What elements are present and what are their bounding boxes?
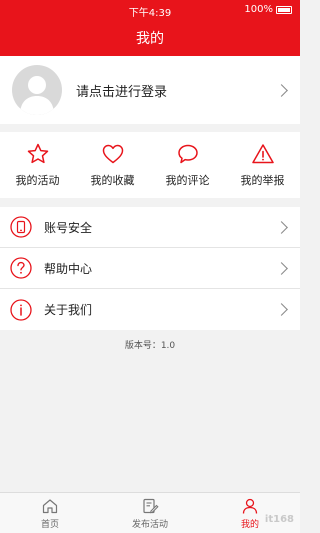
battery-percent: 100%	[244, 4, 273, 15]
user-icon	[242, 498, 258, 514]
help-center-label: 帮助中心	[44, 261, 93, 276]
battery-indicator: 100%	[244, 4, 292, 15]
tab-mine-label: 我的	[240, 519, 259, 530]
question-icon	[10, 257, 32, 279]
warning-triangle-icon	[251, 144, 274, 164]
tab-home[interactable]: 首页	[0, 493, 100, 533]
tab-mine[interactable]: 我的	[200, 493, 300, 533]
my-favorites-label: 我的收藏	[90, 174, 135, 187]
tab-post-activity[interactable]: 发布活动	[100, 493, 200, 533]
login-row[interactable]: 请点击进行登录	[0, 56, 300, 124]
chevron-right-icon	[275, 303, 288, 316]
my-comments-button[interactable]: 我的评论	[150, 132, 225, 198]
my-activities-label: 我的活动	[15, 174, 60, 187]
my-favorites-button[interactable]: 我的收藏	[75, 132, 150, 198]
battery-icon	[276, 5, 292, 14]
account-security-label: 账号安全	[44, 220, 93, 235]
chevron-right-icon	[275, 220, 288, 234]
tab-home-label: 首页	[40, 519, 59, 530]
home-icon	[42, 498, 58, 513]
menu-item-about-us[interactable]: 关于我们	[0, 289, 300, 330]
comment-bubble-icon	[177, 144, 198, 164]
star-icon	[27, 143, 48, 164]
phone-icon	[10, 216, 32, 238]
my-activities-button[interactable]: 我的活动	[0, 132, 75, 198]
my-comments-label: 我的评论	[165, 174, 210, 187]
bottom-tab-bar: 首页 发布活动 我的	[0, 492, 300, 533]
menu-item-help-center[interactable]: 帮助中心	[0, 248, 300, 289]
settings-menu: 账号安全 帮助中心 关于我们	[0, 207, 300, 330]
tab-post-activity-label: 发布活动	[131, 519, 168, 530]
chevron-right-icon	[275, 261, 288, 275]
my-reports-label: 我的举报	[240, 174, 285, 187]
edit-icon	[143, 498, 159, 513]
watermark-logo: it168	[264, 514, 294, 525]
page-title-bar: 我的	[0, 22, 300, 56]
status-bar: 下午4:39 100%	[0, 0, 300, 22]
info-icon	[10, 298, 32, 321]
about-us-label: 关于我们	[44, 303, 93, 317]
my-reports-button[interactable]: 我的举报	[225, 132, 300, 198]
version-text: 版本号：1.0	[124, 341, 176, 351]
default-avatar-icon	[20, 76, 54, 115]
quick-actions-bar: 我的活动 我的收藏 我的评论 我的举报	[0, 132, 300, 198]
login-prompt: 请点击进行登录	[76, 84, 168, 100]
page-title: 我的	[136, 31, 164, 47]
chevron-right-icon	[275, 83, 288, 97]
menu-item-account-security[interactable]: 账号安全	[0, 207, 300, 248]
heart-icon	[102, 144, 123, 164]
avatar[interactable]	[12, 65, 62, 115]
